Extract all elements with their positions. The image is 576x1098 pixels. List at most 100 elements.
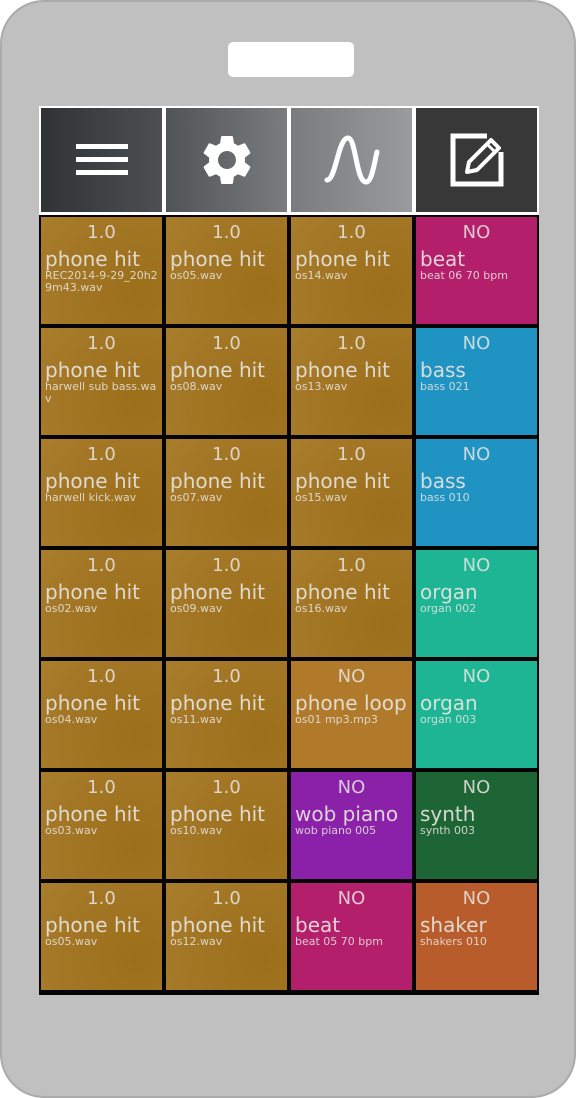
sample-pad[interactable]: 1.0 phone hit os07.wav xyxy=(166,439,287,546)
pad-filename: os09.wav xyxy=(170,602,223,615)
pad-name: bass xyxy=(420,469,466,493)
sample-pad[interactable]: 1.0 phone hit os04.wav xyxy=(41,661,162,768)
pad-filename: os08.wav xyxy=(170,380,223,393)
pad-name: phone hit xyxy=(45,469,141,493)
sample-pad[interactable]: 1.0 phone hit os08.wav xyxy=(166,328,287,435)
pad-filename: REC2014-9-29_20h29m43.wav xyxy=(45,269,158,294)
sample-pad[interactable]: 1.0 phone hit REC2014-9-29_20h29m43.wav xyxy=(41,217,162,324)
pad-volume: 1.0 xyxy=(212,444,241,465)
pad-name: phone hit xyxy=(170,469,266,493)
pad-filename: os02.wav xyxy=(45,602,98,615)
sine-wave-icon xyxy=(324,135,379,185)
pad-volume: 1.0 xyxy=(337,444,366,465)
pad-volume: 1.0 xyxy=(212,666,241,687)
edit-button[interactable] xyxy=(416,108,537,212)
sample-pad[interactable]: NO synth synth 003 xyxy=(416,772,537,879)
pad-volume: 1.0 xyxy=(87,888,116,909)
pad-name: shaker xyxy=(420,913,487,937)
pad-volume: 1.0 xyxy=(87,666,116,687)
phone-frame: 1.0 phone hit REC2014-9-29_20h29m43.wav 1.0… xyxy=(0,0,576,1098)
pad-filename: os05.wav xyxy=(45,935,98,948)
pad-filename: shakers 010 xyxy=(420,935,487,948)
pad-filename: os13.wav xyxy=(295,380,348,393)
pad-name: phone hit xyxy=(45,691,141,715)
pad-grid: 1.0 phone hit REC2014-9-29_20h29m43.wav 1.0… xyxy=(39,215,539,995)
sample-pad[interactable]: 1.0 phone hit os15.wav xyxy=(291,439,412,546)
menu-button[interactable] xyxy=(41,108,162,212)
pad-name: phone hit xyxy=(170,358,266,382)
sample-pad[interactable]: NO phone loop os01 mp3.mp3 xyxy=(291,661,412,768)
settings-button[interactable] xyxy=(166,108,287,212)
sample-pad[interactable]: 1.0 phone hit os03.wav xyxy=(41,772,162,879)
sample-pad[interactable]: 1.0 phone hit os13.wav xyxy=(291,328,412,435)
pad-volume: 1.0 xyxy=(87,777,116,798)
sample-pad[interactable]: 1.0 phone hit os10.wav xyxy=(166,772,287,879)
pad-volume: 1.0 xyxy=(87,222,116,243)
sample-pad[interactable]: 1.0 phone hit harwell kick.wav xyxy=(41,439,162,546)
pad-volume: 1.0 xyxy=(337,222,366,243)
sample-pad[interactable]: NO shaker shakers 010 xyxy=(416,883,537,990)
pad-filename: synth 003 xyxy=(420,824,475,837)
sample-pad[interactable]: 1.0 phone hit os05.wav xyxy=(41,883,162,990)
pad-name: organ xyxy=(420,580,478,604)
pad-volume: NO xyxy=(337,666,366,687)
pad-filename: beat 06 70 bpm xyxy=(420,269,508,282)
pad-name: phone hit xyxy=(45,913,141,937)
pad-volume: 1.0 xyxy=(212,222,241,243)
pad-volume: 1.0 xyxy=(212,555,241,576)
sample-pad[interactable]: NO beat beat 06 70 bpm xyxy=(416,217,537,324)
pad-volume: 1.0 xyxy=(337,333,366,354)
pad-name: phone loop xyxy=(295,691,407,715)
sample-pad[interactable]: NO beat beat 05 70 bpm xyxy=(291,883,412,990)
pad-volume: NO xyxy=(462,444,491,465)
pad-name: phone hit xyxy=(295,358,391,382)
sample-pad[interactable]: 1.0 phone hit os16.wav xyxy=(291,550,412,657)
sample-pad[interactable]: 1.0 phone hit os05.wav xyxy=(166,217,287,324)
pad-name: phone hit xyxy=(295,580,391,604)
pad-volume: NO xyxy=(337,777,366,798)
pad-name: phone hit xyxy=(45,247,141,271)
pad-volume: 1.0 xyxy=(87,555,116,576)
sample-pad[interactable]: NO bass bass 010 xyxy=(416,439,537,546)
pad-volume: NO xyxy=(462,666,491,687)
pad-filename: os07.wav xyxy=(170,491,223,504)
menu-icon xyxy=(75,144,128,175)
sample-pad[interactable]: 1.0 phone hit os09.wav xyxy=(166,550,287,657)
sample-pad[interactable]: 1.0 phone hit harwell sub bass.wav xyxy=(41,328,162,435)
pad-name: phone hit xyxy=(295,247,391,271)
pad-name: phone hit xyxy=(170,691,266,715)
pad-filename: organ 002 xyxy=(420,602,477,615)
pad-volume: NO xyxy=(337,888,366,909)
pad-name: beat xyxy=(295,913,341,937)
sample-pad[interactable]: NO organ organ 003 xyxy=(416,661,537,768)
sample-pad[interactable]: NO bass bass 021 xyxy=(416,328,537,435)
pad-filename: beat 05 70 bpm xyxy=(295,935,383,948)
sample-pad[interactable]: NO wob piano wob piano 005 xyxy=(291,772,412,879)
waveform-button[interactable] xyxy=(291,108,412,212)
pad-filename: os11.wav xyxy=(170,713,223,726)
pad-volume: NO xyxy=(462,333,491,354)
pad-volume: NO xyxy=(462,888,491,909)
app-screen: 1.0 phone hit REC2014-9-29_20h29m43.wav 1.0… xyxy=(39,106,539,995)
pad-filename: os15.wav xyxy=(295,491,348,504)
pad-filename: os03.wav xyxy=(45,824,98,837)
toolbar xyxy=(39,106,539,215)
pad-name: bass xyxy=(420,358,466,382)
pad-filename: os05.wav xyxy=(170,269,223,282)
sample-pad[interactable]: 1.0 phone hit os14.wav xyxy=(291,217,412,324)
gear-icon xyxy=(203,136,250,184)
pad-name: synth xyxy=(420,802,476,826)
pad-name: phone hit xyxy=(45,358,141,382)
pad-filename: organ 003 xyxy=(420,713,477,726)
pad-filename: os16.wav xyxy=(295,602,348,615)
phone-speaker xyxy=(228,42,354,77)
sample-pad[interactable]: 1.0 phone hit os12.wav xyxy=(166,883,287,990)
pad-name: beat xyxy=(420,247,466,271)
sample-pad[interactable]: 1.0 phone hit os11.wav xyxy=(166,661,287,768)
sample-pad[interactable]: 1.0 phone hit os02.wav xyxy=(41,550,162,657)
pad-filename: wob piano 005 xyxy=(295,824,377,837)
pad-filename: os10.wav xyxy=(170,824,223,837)
sample-pad[interactable]: NO organ organ 002 xyxy=(416,550,537,657)
pad-volume: 1.0 xyxy=(212,777,241,798)
pad-name: phone hit xyxy=(170,913,266,937)
